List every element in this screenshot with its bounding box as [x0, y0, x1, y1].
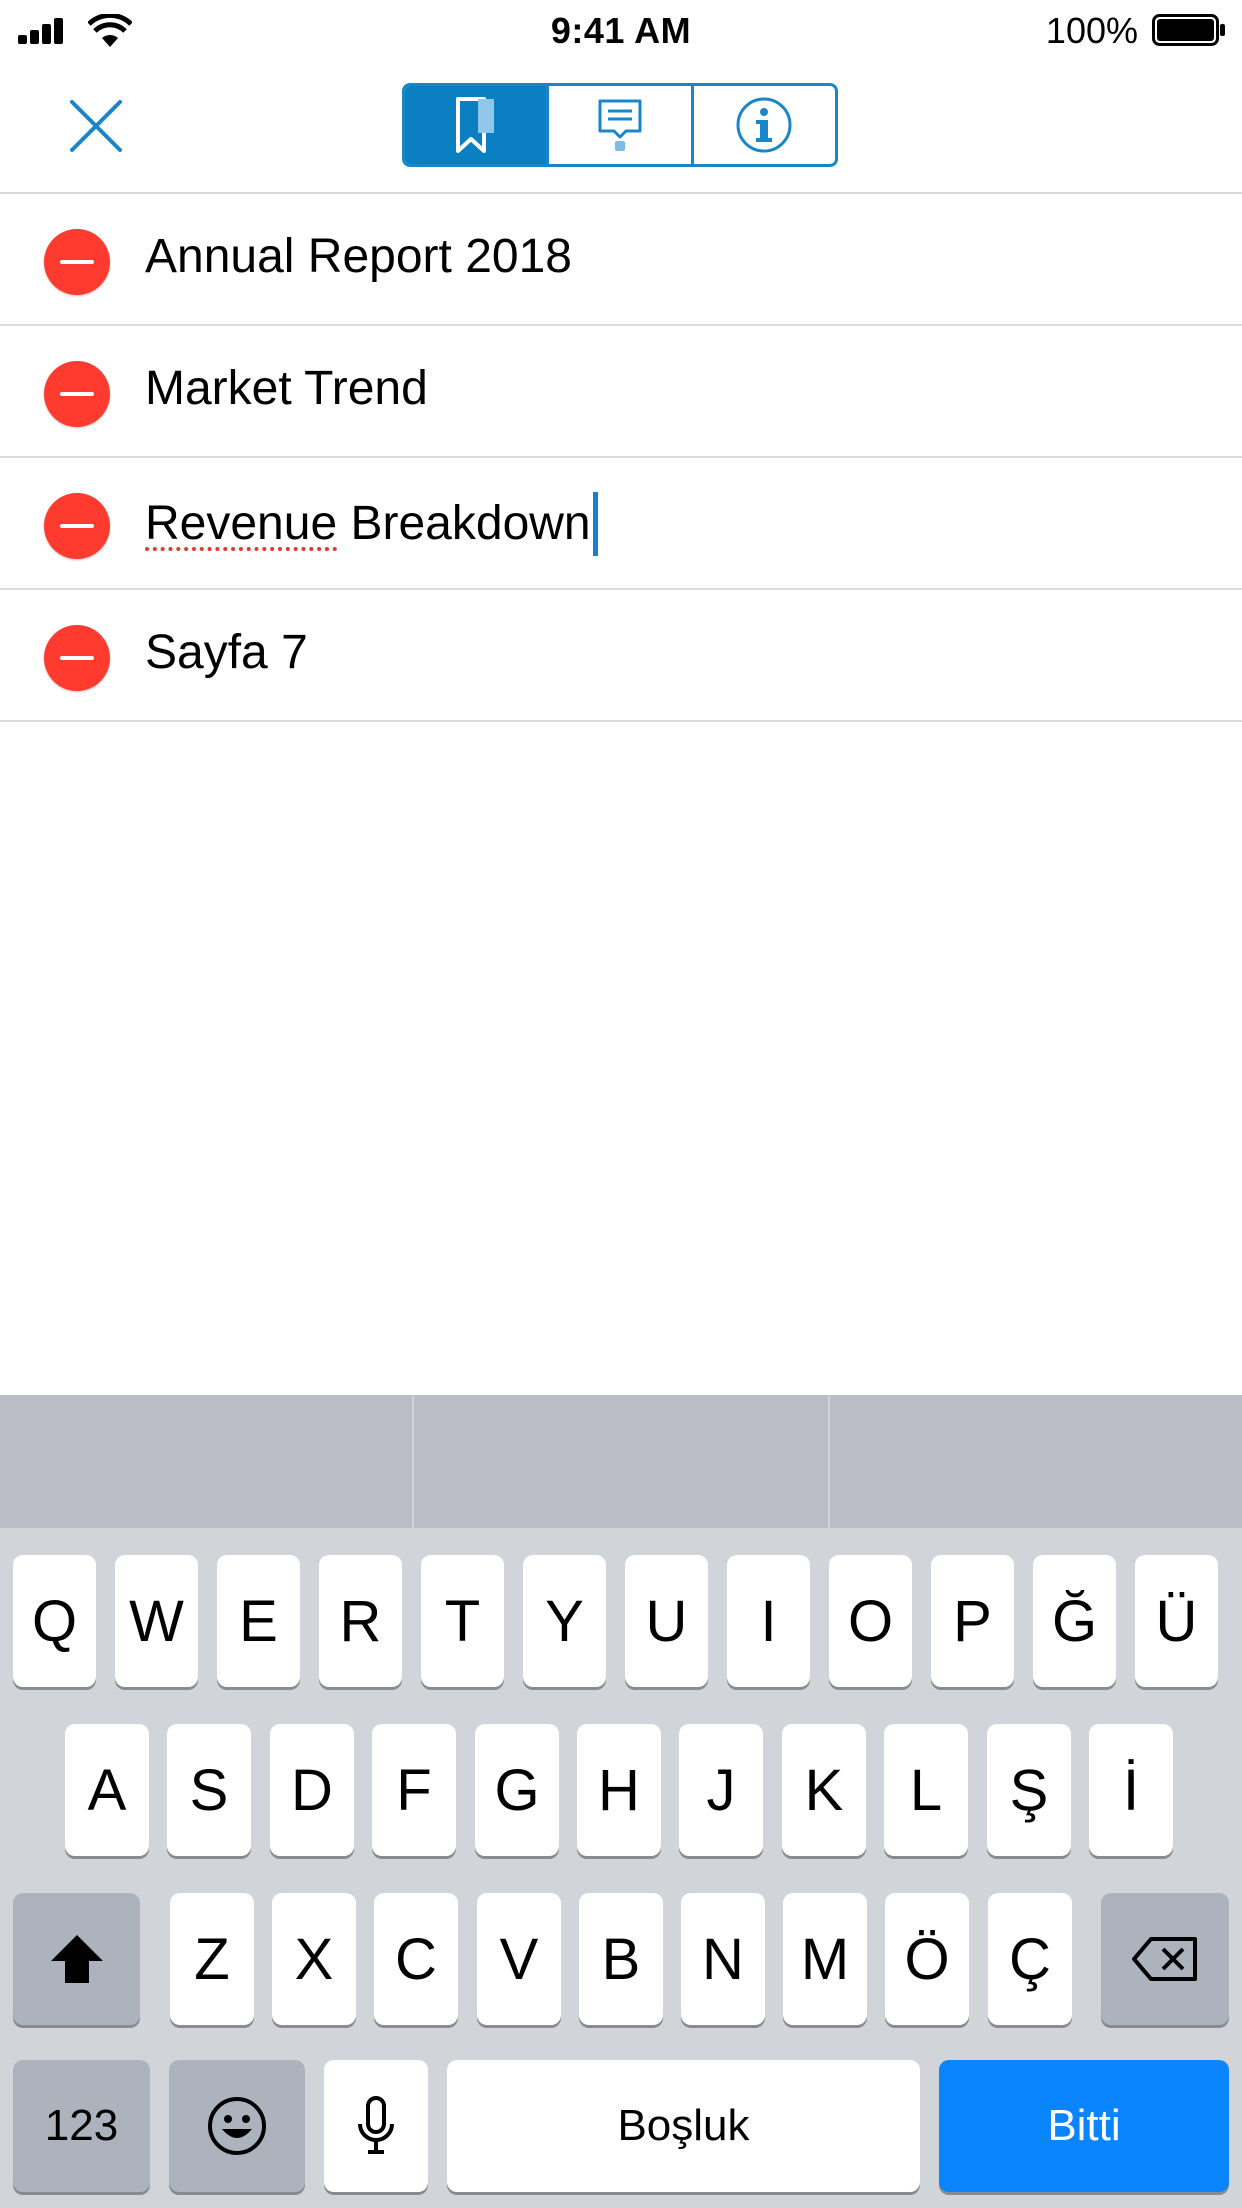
bookmark-list: Annual Report 2018 Market Trend Revenue …	[0, 194, 1242, 722]
tab-comments[interactable]	[546, 86, 690, 164]
key[interactable]: W	[115, 1555, 198, 1687]
key[interactable]: Z	[170, 1893, 254, 2025]
tab-bookmarks[interactable]	[405, 86, 547, 164]
view-mode-segmented-control	[402, 83, 838, 167]
bookmark-title[interactable]: Sayfa 7	[145, 624, 308, 682]
dictation-key[interactable]	[324, 2060, 428, 2192]
prediction-slot[interactable]	[0, 1395, 414, 1528]
key[interactable]: H	[577, 1724, 661, 1856]
shift-icon	[50, 1935, 103, 1983]
key[interactable]: U	[625, 1555, 708, 1687]
emoji-key[interactable]	[169, 2060, 305, 2192]
key[interactable]: X	[272, 1893, 356, 2025]
key[interactable]: M	[783, 1893, 867, 2025]
list-item[interactable]: Revenue Breakdown	[0, 458, 1242, 590]
prediction-slot[interactable]	[830, 1395, 1242, 1528]
battery-percent: 100%	[1045, 10, 1138, 51]
key[interactable]: J	[679, 1724, 763, 1856]
key[interactable]: E	[217, 1555, 300, 1687]
key[interactable]: S	[167, 1724, 251, 1856]
backspace-key[interactable]	[1101, 1893, 1229, 2025]
status-bar: 9:41 AM 100%	[0, 0, 1242, 60]
done-key[interactable]: Bitti	[939, 2060, 1229, 2192]
key[interactable]: C	[374, 1893, 458, 2025]
key[interactable]: F	[372, 1724, 456, 1856]
predictive-bar	[0, 1395, 1242, 1528]
key[interactable]: I	[727, 1555, 810, 1687]
numbers-key[interactable]: 123	[13, 2060, 150, 2192]
key[interactable]: G	[475, 1724, 559, 1856]
delete-button[interactable]	[44, 229, 110, 295]
microphone-icon	[358, 2096, 394, 2154]
key[interactable]: İ	[1089, 1724, 1173, 1856]
top-bar	[0, 60, 1242, 194]
key[interactable]: L	[884, 1724, 968, 1856]
bookmark-title-input[interactable]: Revenue Breakdown	[145, 492, 598, 556]
delete-button[interactable]	[44, 361, 110, 427]
shift-key[interactable]	[13, 1893, 140, 2025]
key[interactable]: Ş	[987, 1724, 1071, 1856]
emoji-icon	[208, 2097, 266, 2155]
key[interactable]: Y	[523, 1555, 606, 1687]
tab-info[interactable]	[690, 86, 835, 164]
space-key[interactable]: Boşluk	[447, 2060, 920, 2192]
prediction-slot[interactable]	[414, 1395, 830, 1528]
key[interactable]: Ğ	[1033, 1555, 1116, 1687]
key[interactable]: O	[829, 1555, 912, 1687]
backspace-icon	[1132, 1937, 1197, 1981]
key[interactable]: B	[579, 1893, 663, 2025]
key[interactable]: Q	[13, 1555, 96, 1687]
key[interactable]: P	[931, 1555, 1014, 1687]
list-item[interactable]: Market Trend	[0, 326, 1242, 458]
delete-button[interactable]	[44, 625, 110, 691]
comment-icon	[598, 99, 642, 151]
text-cursor	[592, 492, 598, 556]
battery-full-icon	[1152, 14, 1225, 46]
key[interactable]: T	[421, 1555, 504, 1687]
key[interactable]: R	[319, 1555, 402, 1687]
bookmark-icon	[455, 97, 494, 153]
delete-button[interactable]	[44, 493, 110, 559]
keyboard: QWERTYUIOPĞÜ ASDFGHJKLŞİ ZXCVBNMÖÇ 123 Boş…	[0, 1395, 1242, 2208]
bookmark-title-rest: Breakdown	[337, 497, 591, 550]
list-item[interactable]: Annual Report 2018	[0, 194, 1242, 326]
key[interactable]: Ö	[885, 1893, 969, 2025]
close-icon[interactable]	[66, 96, 126, 156]
key[interactable]: N	[681, 1893, 765, 2025]
key[interactable]: Ü	[1135, 1555, 1218, 1687]
bookmark-title[interactable]: Annual Report 2018	[145, 228, 572, 286]
key[interactable]: Ç	[988, 1893, 1072, 2025]
list-item[interactable]: Sayfa 7	[0, 590, 1242, 722]
key[interactable]: V	[477, 1893, 561, 2025]
key[interactable]: D	[270, 1724, 354, 1856]
key[interactable]: K	[782, 1724, 866, 1856]
misspelled-word: Revenue	[145, 497, 338, 550]
bookmark-title[interactable]: Market Trend	[145, 360, 428, 418]
key[interactable]: A	[65, 1724, 149, 1856]
info-icon	[736, 97, 792, 153]
